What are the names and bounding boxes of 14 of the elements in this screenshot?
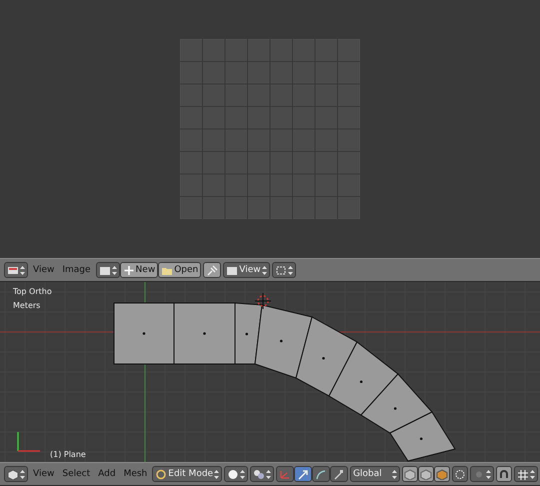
new-button[interactable]: New	[120, 262, 158, 278]
view-name: Top Ortho	[13, 287, 52, 296]
open-button[interactable]: Open	[158, 262, 202, 278]
orientation-dropdown[interactable]: Global	[350, 466, 400, 482]
menu-item[interactable]: View	[30, 265, 58, 275]
mode-dropdown[interactable]: Edit Mode	[152, 466, 222, 482]
view-dropdown[interactable]: View	[223, 262, 270, 278]
units-label: Meters	[13, 301, 40, 310]
menu-item[interactable]: View	[30, 469, 58, 479]
menu-item[interactable]: Image	[59, 265, 94, 275]
menu-item[interactable]: Add	[95, 469, 119, 479]
menu-item[interactable]: Mesh	[120, 469, 150, 479]
menu-item[interactable]: Select	[59, 469, 94, 479]
object-label: (1) Plane	[50, 450, 86, 459]
